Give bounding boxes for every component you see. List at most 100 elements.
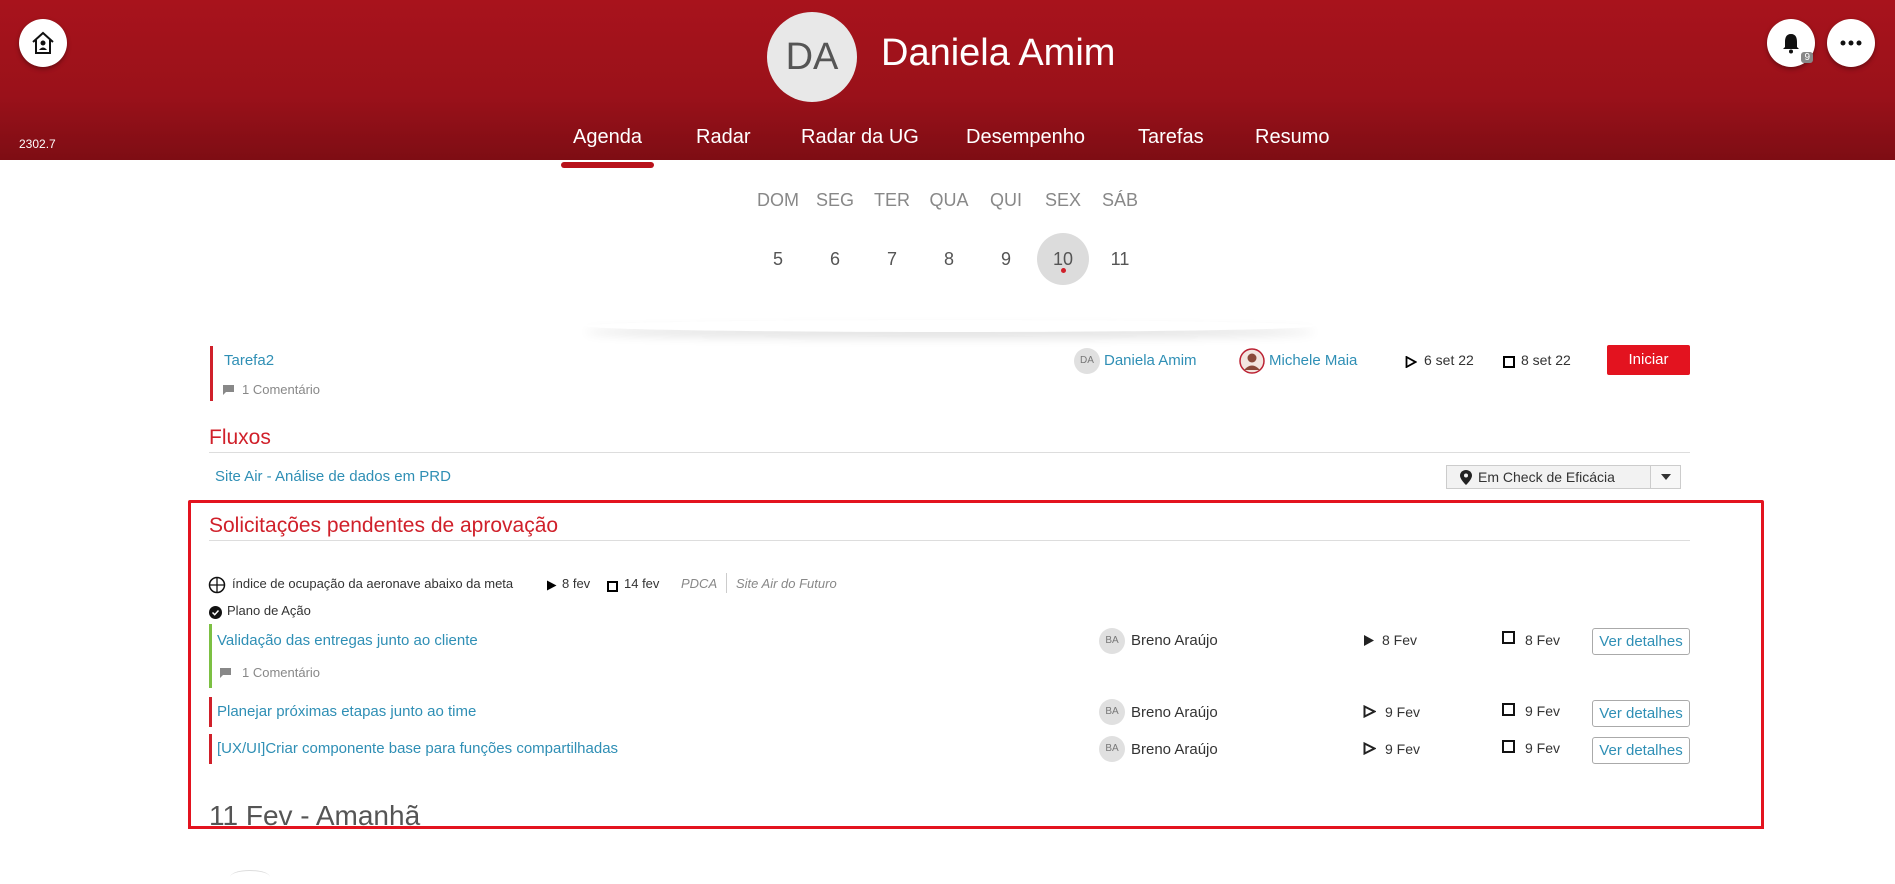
approval-item-person: Breno Araújo (1131, 704, 1218, 721)
task-assignee[interactable]: Michele Maia (1269, 352, 1357, 369)
start-date-icon (1405, 356, 1417, 368)
task-owner[interactable]: Daniela Amim (1104, 352, 1197, 369)
day-name: SEG (815, 190, 854, 210)
day-10-selected[interactable]: 10 (1037, 233, 1089, 285)
caret-down-icon (1661, 474, 1671, 480)
calendar-divider-shadow (585, 320, 1315, 332)
approval-item-title[interactable]: Validação das entregas junto ao cliente (217, 632, 478, 649)
indicator-title[interactable]: índice de ocupação da aeronave abaixo da… (232, 576, 513, 591)
day-name: DOM (757, 190, 799, 210)
more-icon (1840, 40, 1862, 46)
approval-item-start: 9 Fev (1385, 704, 1421, 720)
tab-tarefas[interactable]: Tarefas (1138, 126, 1204, 149)
end-date-icon (607, 581, 618, 592)
avatar: BA (1099, 699, 1125, 725)
more-options-button[interactable] (1827, 19, 1875, 67)
check-circle-icon (209, 606, 222, 619)
separator (726, 573, 727, 593)
tab-desempenho[interactable]: Desempenho (966, 126, 1085, 149)
day-name: QUI (989, 190, 1022, 210)
main-nav: Agenda Radar Radar da UG Desempenho Tare… (0, 126, 1895, 160)
approval-item-start: 9 Fev (1385, 741, 1421, 757)
flow-item-link[interactable]: Site Air - Análise de dados em PRD (215, 468, 451, 485)
events-dot (1061, 268, 1066, 273)
approval-item-person: Breno Araújo (1131, 741, 1218, 758)
indicator-method: PDCA (681, 576, 718, 591)
user-photo-avatar (1239, 348, 1265, 374)
avatar: DA (1074, 348, 1100, 374)
day-11[interactable]: 11 (1094, 233, 1146, 285)
avatar: BA (1099, 736, 1125, 762)
tab-radar-da-ug[interactable]: Radar da UG (801, 126, 919, 149)
approvals-divider (209, 540, 1690, 541)
view-details-button[interactable]: Ver detalhes (1592, 628, 1690, 655)
approval-item-title[interactable]: Planejar próximas etapas junto ao time (217, 703, 476, 720)
item-status-bar (209, 624, 212, 688)
day-8[interactable]: 8 (923, 233, 975, 285)
indicator-start: 8 fev (562, 576, 591, 591)
task-status-bar (210, 346, 213, 401)
comment-icon (223, 385, 234, 395)
task-start-date: 6 set 22 (1424, 352, 1474, 368)
bell-icon (1783, 34, 1799, 54)
highlight-bottom-border (188, 826, 1764, 829)
day-name: QUA (929, 190, 969, 210)
day-6[interactable]: 6 (809, 233, 861, 285)
active-tab-indicator (561, 162, 654, 168)
pending-approvals-highlight (188, 500, 1764, 829)
home-icon (32, 31, 54, 54)
user-name: Daniela Amim (881, 32, 1116, 74)
day-name: SEX (1044, 190, 1082, 210)
plan-label: Plano de Ação (227, 603, 311, 618)
approval-item-title[interactable]: [UX/UI]Criar componente base para funçõe… (217, 740, 618, 757)
flows-title: Fluxos (209, 426, 271, 449)
view-details-button[interactable]: Ver detalhes (1592, 700, 1690, 727)
approval-item-end: 8 Fev (1525, 632, 1561, 648)
day-5[interactable]: 5 (752, 233, 804, 285)
flow-status-select[interactable]: Em Check de Eficácia (1446, 465, 1681, 489)
avatar: BA (1099, 628, 1125, 654)
home-button[interactable] (19, 19, 67, 67)
tab-resumo[interactable]: Resumo (1255, 126, 1329, 149)
day-name: TER (874, 190, 910, 210)
task-end-date: 8 set 22 (1521, 352, 1571, 368)
avatar[interactable]: DA (767, 12, 857, 102)
tab-agenda[interactable]: Agenda (573, 126, 642, 149)
end-date-icon (1502, 740, 1515, 753)
flow-status-value: Em Check de Eficácia (1478, 469, 1615, 485)
indicator-project: Site Air do Futuro (736, 576, 837, 591)
approval-item-comments[interactable]: 1 Comentário (242, 665, 320, 680)
day-name: SÁB (1101, 190, 1139, 210)
indicator-end: 14 fev (624, 576, 660, 591)
approval-item-end: 9 Fev (1525, 740, 1561, 756)
task-comments[interactable]: 1 Comentário (242, 382, 320, 397)
next-day-avatar-partial (230, 870, 270, 884)
dropdown-toggle[interactable] (1650, 466, 1680, 488)
start-task-button[interactable]: Iniciar (1607, 345, 1690, 375)
tab-radar[interactable]: Radar (696, 126, 750, 149)
comment-icon (220, 668, 231, 678)
task-title-link[interactable]: Tarefa2 (224, 352, 274, 369)
page-bottom-area (0, 826, 1895, 877)
item-status-bar (209, 697, 212, 727)
end-date-icon (1503, 356, 1515, 368)
approval-item-end: 9 Fev (1525, 703, 1561, 719)
end-date-icon (1502, 703, 1515, 716)
item-status-bar (209, 734, 212, 764)
day-7[interactable]: 7 (866, 233, 918, 285)
map-pin-icon (1460, 470, 1472, 485)
approval-item-start: 8 Fev (1382, 632, 1418, 648)
start-date-icon (547, 580, 557, 591)
flows-divider (209, 452, 1690, 453)
day-9[interactable]: 9 (980, 233, 1032, 285)
notification-count-badge: 9 (1801, 52, 1813, 63)
start-date-icon (1364, 635, 1374, 646)
approval-item-person: Breno Araújo (1131, 632, 1218, 649)
indicator-icon (208, 576, 226, 594)
view-details-button[interactable]: Ver detalhes (1592, 737, 1690, 764)
end-date-icon (1502, 631, 1515, 644)
start-date-icon (1363, 705, 1376, 718)
notifications-button[interactable]: 9 (1767, 19, 1815, 67)
approvals-title: Solicitações pendentes de aprovação (209, 514, 559, 537)
start-date-icon (1363, 742, 1376, 755)
